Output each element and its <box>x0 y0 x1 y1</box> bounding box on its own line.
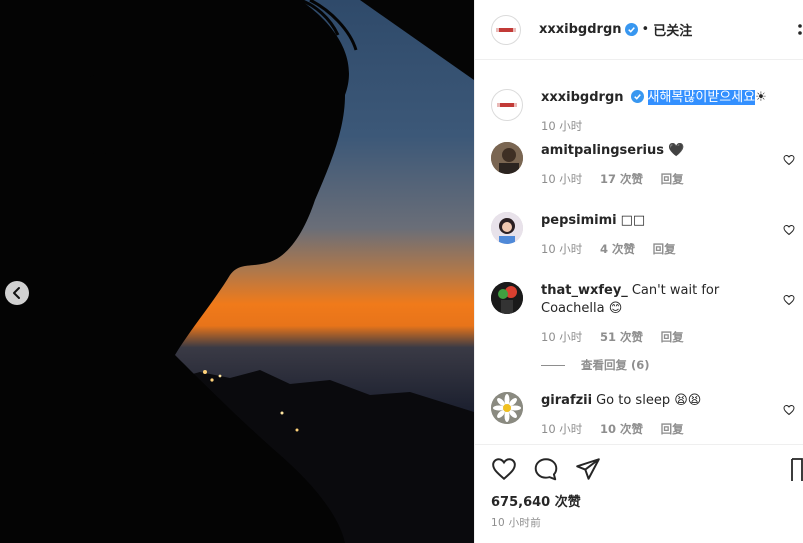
commenter-avatar[interactable] <box>491 282 523 314</box>
more-icon[interactable] <box>797 22 803 38</box>
author-avatar[interactable] <box>491 89 523 121</box>
view-replies-button[interactable]: 查看回复 (6) <box>541 356 773 374</box>
commenter-avatar[interactable] <box>491 142 523 174</box>
heart-icon[interactable] <box>783 294 795 306</box>
comment-text: Go to sleep 😫😫 <box>596 393 702 408</box>
comment-username[interactable]: pepsimimi <box>541 213 617 228</box>
heart-icon[interactable] <box>783 224 795 236</box>
comment-time: 10 小时 <box>541 172 583 186</box>
reply-button[interactable]: 回复 <box>661 172 684 186</box>
comment-icon[interactable] <box>533 456 559 482</box>
post-header: xxxibgdrgn • 已关注 <box>475 0 803 60</box>
bookmark-icon[interactable] <box>791 458 803 482</box>
reply-button[interactable]: 回复 <box>661 330 684 344</box>
author-avatar[interactable] <box>491 14 521 45</box>
comment-text: □□ <box>620 213 646 228</box>
commenter-avatar[interactable] <box>491 392 523 424</box>
comment-likes[interactable]: 17 次赞 <box>600 172 643 186</box>
chevron-left-icon <box>13 287 20 299</box>
caption-emoji: ☀ <box>755 90 767 105</box>
comment-username[interactable]: that_wxfey_ <box>541 283 628 298</box>
heart-icon[interactable] <box>491 456 517 482</box>
post-actions: 675,640 次赞 10 小时前 <box>475 444 803 529</box>
author-username[interactable]: xxxibgdrgn <box>539 22 622 37</box>
comment-text: 🖤 <box>667 143 685 158</box>
post-photo <box>0 0 474 543</box>
comment-username[interactable]: girafzii <box>541 393 592 408</box>
verified-badge-icon <box>624 23 638 36</box>
verified-badge-icon <box>630 90 644 103</box>
heart-icon[interactable] <box>783 404 795 416</box>
post-timestamp[interactable]: 10 小时前 <box>491 515 541 530</box>
caption-time: 10 小时 <box>541 119 583 133</box>
reply-button[interactable]: 回复 <box>661 422 684 436</box>
previous-photo-button[interactable] <box>5 281 29 305</box>
post-side-panel: xxxibgdrgn • 已关注 xxxibgdrgn 새해복많이받으세요☀ 10… <box>474 0 803 543</box>
comment-likes[interactable]: 4 次赞 <box>600 242 635 256</box>
follow-status-button[interactable]: 已关注 <box>653 20 692 39</box>
share-icon[interactable] <box>575 456 601 482</box>
separator-dot: • <box>641 22 650 37</box>
comments-list: xxxibgdrgn 새해복많이받으세요☀ 10 小时 amitpalingser… <box>475 60 803 444</box>
caption-text: 새해복많이받으세요 <box>647 90 756 105</box>
comment-username[interactable]: amitpalingserius <box>541 143 664 158</box>
commenter-avatar[interactable] <box>491 212 523 244</box>
heart-icon[interactable] <box>783 154 795 166</box>
comment-time: 10 小时 <box>541 422 583 436</box>
caption-username[interactable]: xxxibgdrgn <box>541 90 624 105</box>
comment-likes[interactable]: 10 次赞 <box>600 422 643 436</box>
comment-time: 10 小时 <box>541 330 583 344</box>
reply-button[interactable]: 回复 <box>653 242 676 256</box>
likes-count[interactable]: 675,640 次赞 <box>491 491 581 510</box>
sunset-silhouette-image <box>0 0 474 543</box>
comment-likes[interactable]: 51 次赞 <box>600 330 643 344</box>
comment-time: 10 小时 <box>541 242 583 256</box>
